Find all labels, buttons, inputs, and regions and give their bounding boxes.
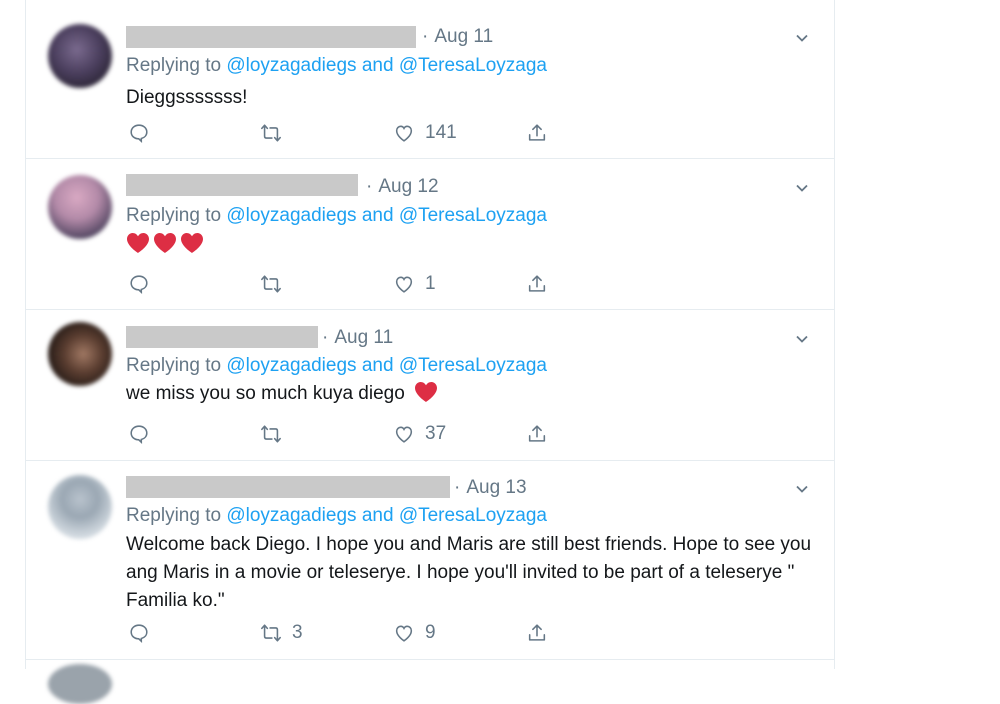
reply-tweet[interactable]: · Aug 11 Replying to @loyzagadiegs and @T… [26,8,834,159]
reply-feed: · Aug 11 Replying to @loyzagadiegs and @T… [25,0,835,704]
replying-to: Replying to @loyzagadiegs and @TeresaLoy… [126,55,547,76]
reply-tweet[interactable] [26,660,834,704]
tweet-actions: 3 9 [126,621,586,645]
replying-to: Replying to @loyzagadiegs and @TeresaLoy… [126,355,547,376]
tweet-date[interactable]: · Aug 11 [322,327,393,349]
mention-link[interactable]: @loyzagadiegs [226,55,356,76]
share-icon [528,425,546,442]
reply-tweet[interactable]: · Aug 13 Replying to @loyzagadiegs and @T… [26,461,834,660]
retweet-icon [261,425,281,443]
replying-to: Replying to @loyzagadiegs and @TeresaLoy… [126,505,547,526]
tweet-text-container: we miss you so much kuya diego [126,380,826,408]
tweet-actions: 37 [126,422,586,446]
reply-button[interactable] [128,272,160,296]
tweet-date[interactable]: · Aug 12 [366,176,439,198]
red-heart-emoji [181,233,203,253]
retweet-icon [261,275,281,293]
like-button[interactable]: 1 [393,272,436,296]
retweet-icon [261,124,281,142]
retweet-icon [261,624,281,642]
reply-button[interactable] [128,422,160,446]
avatar[interactable] [48,175,112,239]
like-button[interactable]: 37 [393,422,446,446]
mention-link[interactable]: @loyzagadiegs [226,205,356,226]
avatar[interactable] [48,664,112,704]
retweet-button[interactable] [260,121,292,145]
retweet-button[interactable] [260,272,292,296]
share-button[interactable] [526,621,548,645]
redacted-username [126,476,450,498]
like-button[interactable]: 9 [393,621,436,645]
comment-icon [130,425,148,444]
comment-icon [130,124,148,143]
replying-to: Replying to @loyzagadiegs and @TeresaLoy… [126,205,547,226]
reply-button[interactable] [128,121,160,145]
share-icon [528,275,546,292]
reply-tweet[interactable]: · Aug 12 Replying to @loyzagadiegs and @T… [26,159,834,310]
avatar[interactable] [48,322,112,386]
mention-link[interactable]: @TeresaLoyzaga [399,205,547,226]
comment-icon [130,624,148,643]
chevron-down-icon[interactable] [794,481,810,497]
heart-outline-icon [395,276,413,293]
red-heart-emoji [154,233,176,253]
mention-link[interactable]: @loyzagadiegs [226,355,356,376]
mention-link[interactable]: @TeresaLoyzaga [399,355,547,376]
heart-outline-icon [395,125,413,142]
share-icon [528,124,546,141]
mention-link[interactable]: @TeresaLoyzaga [399,505,547,526]
reply-button[interactable] [128,621,160,645]
redacted-username [126,326,318,348]
reply-tweet[interactable]: · Aug 11 Replying to @loyzagadiegs and @T… [26,310,834,461]
share-button[interactable] [526,422,548,446]
heart-outline-icon [395,625,413,642]
retweet-button[interactable]: 3 [260,621,303,645]
heart-outline-icon [395,426,413,443]
mention-link[interactable]: @TeresaLoyzaga [399,55,547,76]
tweet-text: Dieggsssssss! [126,87,248,108]
comment-icon [130,275,148,294]
redacted-username [126,26,416,48]
tweet-date[interactable]: · Aug 13 [454,477,527,499]
red-heart-emoji [127,233,149,253]
tweet-text: we miss you so much kuya diego [126,383,405,404]
share-button[interactable] [526,121,548,145]
avatar[interactable] [48,475,112,539]
chevron-down-icon[interactable] [794,30,810,46]
tweet-actions: 141 [126,121,586,145]
chevron-down-icon[interactable] [794,180,810,196]
share-button[interactable] [526,272,548,296]
redacted-username [126,174,358,196]
tweet-date[interactable]: · Aug 11 [422,26,493,48]
retweet-button[interactable] [260,422,292,446]
like-button[interactable]: 141 [393,121,457,145]
red-heart-emoji [415,382,438,402]
avatar[interactable] [48,24,112,88]
tweet-text: Welcome back Diego. I hope you and Maris… [126,534,812,611]
share-icon [528,624,546,641]
mention-link[interactable]: @loyzagadiegs [226,505,356,526]
chevron-down-icon[interactable] [794,331,810,347]
tweet-text [126,231,826,259]
tweet-actions: 1 [126,272,586,296]
